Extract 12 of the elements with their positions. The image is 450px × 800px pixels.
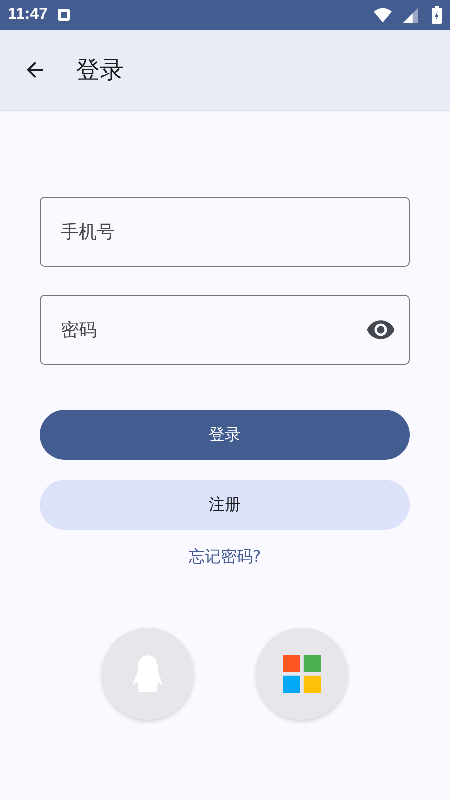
register-button[interactable]: 注册 bbox=[40, 480, 410, 530]
password-field[interactable]: 密码 bbox=[40, 295, 410, 365]
screen-title: 登录 bbox=[76, 55, 124, 86]
wifi-icon bbox=[374, 8, 392, 22]
login-button[interactable]: 登录 bbox=[40, 410, 410, 460]
status-time: 11:47 bbox=[8, 6, 48, 24]
notification-icon bbox=[58, 9, 70, 21]
phone-field[interactable]: 手机号 bbox=[40, 197, 410, 267]
signal-icon bbox=[402, 8, 420, 22]
forgot-password-link[interactable]: 忘记密码? bbox=[188, 547, 262, 568]
four-squares-icon bbox=[283, 654, 321, 694]
battery-icon bbox=[432, 6, 442, 24]
